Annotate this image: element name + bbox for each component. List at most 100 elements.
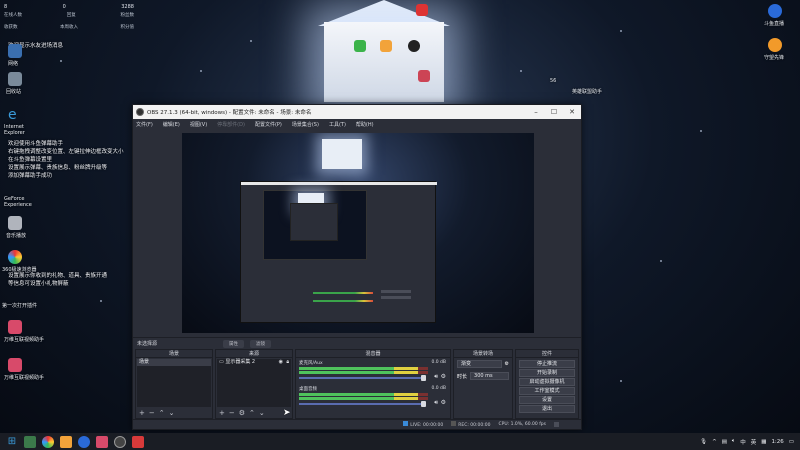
info-line: 右键拖拽调整改变位置、左键拉伸边框改变大小: [8, 149, 124, 155]
studio-mode-button[interactable]: 工作室模式: [519, 387, 575, 395]
desktop-icon-label[interactable]: 回收站: [6, 88, 21, 95]
browser-taskbar-icon[interactable]: [42, 435, 54, 448]
minimize-button[interactable]: –: [527, 105, 545, 119]
slider-knob[interactable]: [421, 401, 426, 407]
add-icon[interactable]: +: [219, 409, 225, 417]
filters-tab[interactable]: 滤镜: [250, 339, 271, 348]
desktop-icon-label[interactable]: GeForce Experience: [4, 196, 44, 208]
gear-icon[interactable]: ⚙: [441, 373, 446, 380]
nested-audio-meter: [313, 292, 373, 294]
clock[interactable]: 1:26: [771, 439, 783, 445]
network-icon[interactable]: [8, 44, 22, 58]
folder-taskbar-icon[interactable]: [60, 435, 72, 448]
speaker-icon[interactable]: 🔈︎: [732, 438, 735, 445]
no-source-selected-label: 未选择源: [137, 341, 158, 347]
menu-scene-collection[interactable]: 场景集合(S): [292, 121, 319, 128]
menu-tools[interactable]: 工具(T): [329, 121, 346, 128]
maximize-button[interactable]: ☐: [545, 105, 563, 119]
douyu-live-icon[interactable]: [768, 4, 782, 18]
desktop-icon-label[interactable]: 万维互联视频助手: [4, 336, 44, 343]
obs-taskbar-icon[interactable]: [114, 435, 126, 448]
apps-icon[interactable]: ▦: [761, 439, 766, 445]
windows-start-icon[interactable]: ⊞: [6, 436, 18, 448]
menu-help[interactable]: 帮助(H): [356, 121, 374, 128]
app-taskbar-icon[interactable]: [96, 435, 108, 448]
desktop-icon-label[interactable]: Internet Explorer: [4, 124, 44, 136]
mouse-cursor-icon: ➤: [283, 408, 291, 418]
browser-360-icon[interactable]: [8, 250, 22, 264]
stat-label: 收获数: [4, 25, 18, 30]
nested-preview-screen: [263, 190, 367, 260]
scene-item[interactable]: 场景: [137, 359, 211, 366]
remove-icon[interactable]: −: [149, 409, 155, 417]
desktop-icon-label[interactable]: 守望先锋: [764, 54, 784, 61]
source-toolbar: 未选择源 属性 滤镜: [133, 337, 581, 349]
stream-preview[interactable]: [182, 133, 534, 333]
live-timer: LIVE: 00:00:00: [410, 423, 444, 428]
mixer-track-desktop: 桌面音频 0.0 dB 🔊︎ ⚙: [296, 384, 450, 410]
obs-titlebar[interactable]: OBS 27.1.3 (64-bit, windows) - 配置文件: 未命名…: [133, 105, 581, 119]
move-down-icon[interactable]: ⌄: [169, 409, 175, 417]
douyu-taskbar-icon[interactable]: [78, 435, 90, 448]
duration-input[interactable]: 300 ms: [470, 372, 509, 380]
source-item[interactable]: ▭ 显示器采集 2 ◉ 🔒︎: [217, 359, 291, 366]
video-assistant-icon[interactable]: [8, 320, 22, 334]
sources-dock: 来源 ▭ 显示器采集 2 ◉ 🔒︎ + − ⚙ ⌃ ⌄: [215, 349, 293, 419]
exit-button[interactable]: 退出: [519, 405, 575, 413]
overwatch-icon[interactable]: [768, 38, 782, 52]
menu-file[interactable]: 文件(F): [136, 121, 153, 128]
start-virtual-camera-button[interactable]: 启动虚拟摄像机: [519, 378, 575, 386]
move-up-icon[interactable]: ⌃: [249, 409, 255, 417]
notification-icon[interactable]: ▭: [789, 439, 794, 445]
slider-knob[interactable]: [421, 375, 426, 381]
stat-label: 回复: [66, 13, 76, 18]
app-icon: [380, 40, 392, 52]
stop-streaming-button[interactable]: 停止推流: [519, 360, 575, 368]
properties-tab[interactable]: 属性: [223, 339, 244, 348]
desktop-icon-label[interactable]: 第一次打开插件: [2, 302, 42, 309]
desktop-icon-label[interactable]: 网络: [8, 60, 18, 67]
gear-icon[interactable]: ⚙: [239, 409, 245, 417]
menu-profile[interactable]: 配置文件(P): [255, 121, 282, 128]
speaker-icon[interactable]: 🔊︎: [434, 373, 438, 381]
move-up-icon[interactable]: ⌃: [159, 409, 165, 417]
app-taskbar-icon[interactable]: [24, 435, 36, 448]
remove-icon[interactable]: −: [229, 409, 235, 417]
music-icon[interactable]: [8, 216, 22, 230]
desktop-icon-label[interactable]: 56: [550, 78, 556, 84]
microphone-icon[interactable]: 🎙︎: [700, 439, 707, 445]
close-button[interactable]: ✕: [563, 105, 581, 119]
speaker-icon[interactable]: 🔊︎: [434, 399, 438, 407]
transition-type-select[interactable]: 渐变: [457, 360, 502, 368]
gear-icon[interactable]: ⚙: [505, 361, 509, 367]
ime-indicator[interactable]: 英: [751, 438, 757, 446]
internet-explorer-icon[interactable]: e: [8, 108, 22, 122]
menu-docks[interactable]: 停靠部件(D): [217, 121, 245, 128]
desktop-icon-label[interactable]: 万维互联视频助手: [4, 374, 44, 381]
gear-icon[interactable]: ⚙: [441, 399, 446, 406]
desktop-icon-label[interactable]: 音乐播放: [6, 232, 26, 239]
start-recording-button[interactable]: 开始录制: [519, 369, 575, 377]
gift-info-text: 设置展示你收到的礼物、道具、贵族开通 等信息可设置小礼物屏蔽: [8, 272, 107, 288]
menu-view[interactable]: 视图(V): [190, 121, 207, 128]
settings-button[interactable]: 设置: [519, 396, 575, 404]
ime-indicator[interactable]: 中: [740, 438, 746, 446]
move-down-icon[interactable]: ⌄: [259, 409, 265, 417]
stat-label: 本周收入: [60, 25, 78, 30]
video-assistant-icon[interactable]: [8, 358, 22, 372]
app-taskbar-icon[interactable]: [132, 435, 144, 448]
network-icon[interactable]: ▤: [722, 439, 727, 445]
scenes-dock: 场景 场景 + − ⌃ ⌄: [135, 349, 213, 419]
menu-edit[interactable]: 编辑(E): [163, 121, 180, 128]
visibility-eye-icon[interactable]: ◉: [279, 359, 283, 366]
volume-slider[interactable]: [299, 401, 426, 407]
star: [100, 300, 102, 302]
track-db: 0.0 dB: [431, 386, 446, 391]
lock-icon[interactable]: 🔒︎: [286, 359, 289, 366]
desktop-icon-label[interactable]: 英雄联盟助手: [572, 88, 602, 95]
chevron-up-icon[interactable]: ^: [712, 439, 717, 445]
desktop-icon-label[interactable]: 斗鱼直播: [764, 20, 784, 27]
recycle-bin-icon[interactable]: [8, 72, 22, 86]
add-icon[interactable]: +: [139, 409, 145, 417]
volume-slider[interactable]: [299, 375, 426, 381]
